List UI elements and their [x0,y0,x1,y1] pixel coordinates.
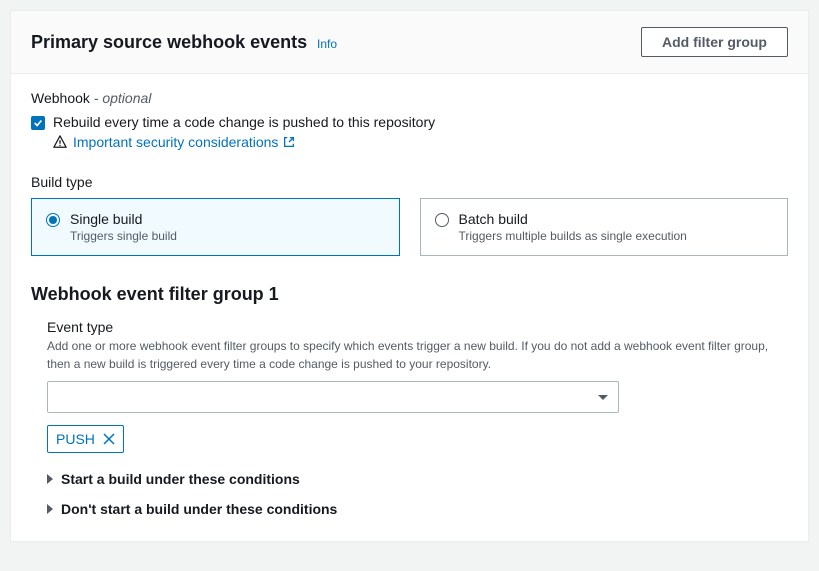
radio-title: Batch build [459,211,687,227]
expand-start-conditions[interactable]: Start a build under these conditions [47,471,788,487]
rebuild-checkbox[interactable] [31,116,45,130]
radio-card-single-build[interactable]: Single build Triggers single build [31,198,400,256]
radio-card-batch-build[interactable]: Batch build Triggers multiple builds as … [420,198,789,256]
check-icon [33,118,43,128]
radio-desc: Triggers single build [70,229,177,243]
triangle-right-icon [47,474,53,484]
panel-title: Primary source webhook events [31,32,307,53]
security-link[interactable]: Important security considerations [73,134,296,150]
webhook-label: Webhook - optional [31,90,788,106]
warning-icon [53,135,67,149]
event-type-select[interactable] [47,381,619,413]
info-link[interactable]: Info [317,37,337,51]
radio-batch-build[interactable] [435,213,449,227]
build-type-label: Build type [31,174,788,190]
chevron-down-icon [598,395,608,400]
event-type-desc: Add one or more webhook event filter gro… [47,337,788,373]
filter-group-heading: Webhook event filter group 1 [31,284,788,305]
rebuild-checkbox-row[interactable]: Rebuild every time a code change is push… [31,114,788,130]
tag-label: PUSH [56,431,95,447]
radio-desc: Triggers multiple builds as single execu… [459,229,687,243]
event-type-label: Event type [47,319,788,335]
panel-header: Primary source webhook events Info Add f… [11,11,808,74]
external-link-icon [282,135,296,149]
radio-single-build[interactable] [46,213,60,227]
webhook-events-panel: Primary source webhook events Info Add f… [10,10,809,542]
panel-body: Webhook - optional Rebuild every time a … [11,74,808,541]
expand-label: Start a build under these conditions [61,471,300,487]
panel-title-wrap: Primary source webhook events Info [31,32,337,53]
expand-label: Don't start a build under these conditio… [61,501,337,517]
expand-dont-start-conditions[interactable]: Don't start a build under these conditio… [47,501,788,517]
rebuild-checkbox-label: Rebuild every time a code change is push… [53,114,435,130]
build-type-radio-group: Single build Triggers single build Batch… [31,198,788,256]
event-type-tag-push: PUSH [47,425,124,453]
add-filter-group-button[interactable]: Add filter group [641,27,788,57]
triangle-right-icon [47,504,53,514]
radio-title: Single build [70,211,177,227]
filter-group-body: Event type Add one or more webhook event… [31,319,788,517]
security-row: Important security considerations [53,134,788,150]
close-icon[interactable] [103,433,115,445]
